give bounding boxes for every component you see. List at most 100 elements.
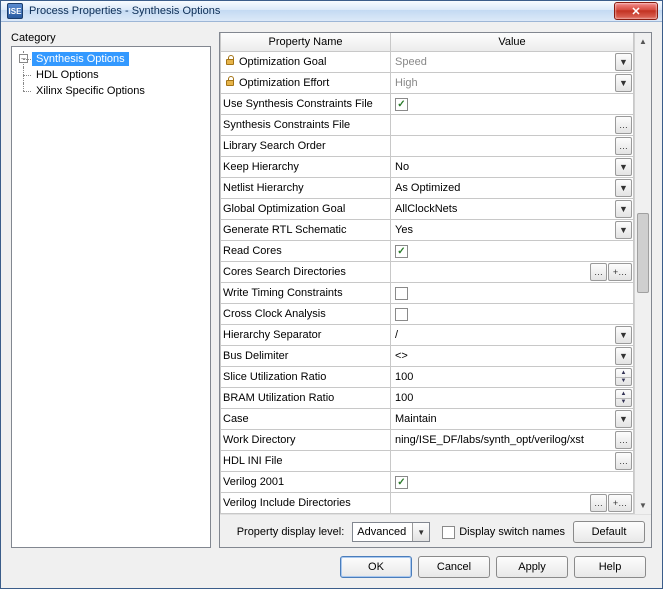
property-row: Work Directoryning/ISE_DF/labs/synth_opt… (221, 430, 634, 451)
property-name: HDL INI File (223, 455, 283, 467)
property-checkbox[interactable]: ✓ (395, 476, 408, 489)
property-grid: Property Name Value Optimization Goal Spe… (219, 32, 652, 548)
property-value[interactable]: High (391, 77, 615, 89)
property-row: Case Maintain▼ (221, 409, 634, 430)
property-name: Cores Search Directories (223, 266, 346, 278)
browse-button[interactable]: … (590, 494, 607, 512)
dropdown-button[interactable]: ▼ (615, 221, 632, 239)
browse-button[interactable]: … (615, 431, 632, 449)
switch-names-checkbox[interactable] (442, 526, 455, 539)
browse-button[interactable]: … (615, 116, 632, 134)
vertical-scrollbar[interactable]: ▲ ▼ (634, 33, 651, 514)
property-name: Case (223, 413, 249, 425)
property-value[interactable]: 100 (391, 371, 615, 383)
chevron-down-icon: ▼ (412, 523, 429, 541)
property-value[interactable]: / (391, 329, 615, 341)
property-name: Write Timing Constraints (223, 287, 343, 299)
property-row: Bus Delimiter <>▼ (221, 346, 634, 367)
property-row: Write Timing Constraints (221, 283, 634, 304)
grid-footer: Property display level: Advanced ▼ Displ… (220, 514, 651, 547)
default-button[interactable]: Default (573, 521, 645, 543)
scroll-up-icon[interactable]: ▲ (635, 33, 651, 50)
spin-down-icon[interactable]: ▼ (616, 378, 631, 386)
property-value[interactable]: AllClockNets (391, 203, 615, 215)
spinner-control[interactable]: ▲▼ (615, 368, 632, 386)
property-name: Verilog Include Directories (223, 497, 351, 509)
property-row: Synthesis Constraints File… (221, 115, 634, 136)
property-name: Library Search Order (223, 140, 326, 152)
cancel-button[interactable]: Cancel (418, 556, 490, 578)
property-checkbox[interactable]: ✓ (395, 98, 408, 111)
display-level-combo[interactable]: Advanced ▼ (352, 522, 430, 542)
browse-button[interactable]: … (615, 452, 632, 470)
display-level-label: Property display level: (237, 526, 345, 538)
lock-icon (223, 55, 237, 69)
spinner-control[interactable]: ▲▼ (615, 389, 632, 407)
property-name: Keep Hierarchy (223, 161, 299, 173)
dropdown-button[interactable]: ▼ (615, 347, 632, 365)
property-value[interactable]: 100 (391, 392, 615, 404)
property-value[interactable]: ning/ISE_DF/labs/synth_opt/verilog/xst (391, 434, 615, 446)
browse-button[interactable]: … (590, 263, 607, 281)
category-tree[interactable]: – Synthesis Options HDL Options Xilinx S… (11, 46, 211, 548)
property-row: Optimization EffortHigh▼ (221, 73, 634, 94)
property-row: Keep Hierarchy No▼ (221, 157, 634, 178)
property-row: Read Cores ✓ (221, 241, 634, 262)
property-value[interactable]: As Optimized (391, 182, 615, 194)
property-value[interactable]: Speed (391, 56, 615, 68)
property-row: Verilog Include Directories …+… (221, 493, 634, 514)
property-row: Netlist Hierarchy As Optimized▼ (221, 178, 634, 199)
property-name: Read Cores (223, 245, 282, 257)
switch-names-label: Display switch names (459, 526, 565, 538)
help-button[interactable]: Help (574, 556, 646, 578)
browse-button[interactable]: … (615, 137, 632, 155)
property-checkbox[interactable] (395, 287, 408, 300)
apply-button[interactable]: Apply (496, 556, 568, 578)
dropdown-button[interactable]: ▼ (615, 326, 632, 344)
titlebar[interactable]: ISE Process Properties - Synthesis Optio… (1, 1, 662, 22)
dropdown-button[interactable]: ▼ (615, 53, 632, 71)
col-header-name[interactable]: Property Name (221, 33, 391, 52)
category-item-hdl[interactable]: HDL Options (32, 68, 103, 82)
property-checkbox[interactable] (395, 308, 408, 321)
property-name: Bus Delimiter (223, 350, 288, 362)
property-row: Generate RTL SchematicYes▼ (221, 220, 634, 241)
property-row: Optimization Goal Speed▼ (221, 52, 634, 73)
app-icon: ISE (7, 3, 23, 19)
dropdown-button[interactable]: ▼ (615, 410, 632, 428)
property-row: Verilog 2001✓ (221, 472, 634, 493)
property-table: Property Name Value Optimization Goal Spe… (220, 33, 634, 514)
add-button[interactable]: +… (608, 263, 632, 281)
property-row: Cores Search Directories …+… (221, 262, 634, 283)
category-label: Category (11, 32, 211, 44)
spin-down-icon[interactable]: ▼ (616, 399, 631, 407)
spin-up-icon[interactable]: ▲ (616, 390, 631, 399)
category-item-xilinx[interactable]: Xilinx Specific Options (32, 84, 149, 98)
property-row: HDL INI File … (221, 451, 634, 472)
dialog-window: ISE Process Properties - Synthesis Optio… (0, 0, 663, 589)
dropdown-button[interactable]: ▼ (615, 158, 632, 176)
property-name: Optimization Goal (239, 56, 326, 68)
lock-icon (223, 76, 237, 90)
ok-button[interactable]: OK (340, 556, 412, 578)
property-row: Slice Utilization Ratio 100▲▼ (221, 367, 634, 388)
dropdown-button[interactable]: ▼ (615, 200, 632, 218)
tree-collapse-icon[interactable]: – (19, 54, 28, 63)
col-header-value[interactable]: Value (391, 33, 634, 52)
close-button[interactable]: ✕ (614, 2, 658, 20)
property-name: Slice Utilization Ratio (223, 371, 326, 383)
property-value[interactable]: No (391, 161, 615, 173)
property-value[interactable]: <> (391, 350, 615, 362)
property-name: Netlist Hierarchy (223, 182, 304, 194)
scroll-down-icon[interactable]: ▼ (635, 497, 651, 514)
spin-up-icon[interactable]: ▲ (616, 369, 631, 378)
add-button[interactable]: +… (608, 494, 632, 512)
scroll-thumb[interactable] (637, 213, 649, 293)
category-item-synthesis[interactable]: Synthesis Options (32, 52, 129, 66)
dropdown-button[interactable]: ▼ (615, 179, 632, 197)
property-checkbox[interactable]: ✓ (395, 245, 408, 258)
property-value[interactable]: Yes (391, 224, 615, 236)
display-level-value: Advanced (353, 526, 412, 538)
property-value[interactable]: Maintain (391, 413, 615, 425)
dropdown-button[interactable]: ▼ (615, 74, 632, 92)
